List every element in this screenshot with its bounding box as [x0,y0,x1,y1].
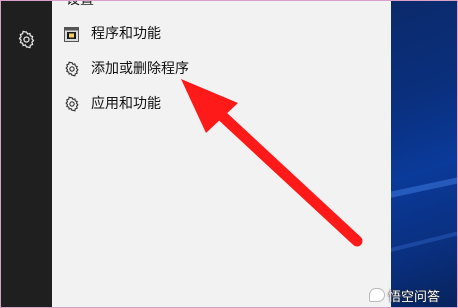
start-left-rail [1,1,52,307]
gear-icon [63,61,80,78]
menu-item-label: 应用和功能 [91,96,161,112]
clipped-header-text: 设置 [66,0,94,8]
chat-bubble-logo-icon [369,288,385,302]
start-menu-list: 设置 程序和功能 添加或删除程序 应用和功能 [52,1,391,307]
desktop-light-streak [391,166,457,202]
screenshot-frame: 设置 程序和功能 添加或删除程序 应用和功能 悟空问答 [0,0,458,308]
desktop-light-streak [391,216,457,254]
menu-item-programs-and-features[interactable]: 程序和功能 [52,17,391,51]
settings-gear-icon[interactable] [17,30,36,49]
watermark-text: 悟空问答 [388,289,441,305]
menu-item-label: 程序和功能 [91,26,161,42]
desktop-background [391,1,457,307]
control-panel-icon [63,26,80,43]
menu-item-add-remove-programs[interactable]: 添加或删除程序 [52,52,391,86]
gear-icon [63,96,80,113]
menu-item-apps-and-features[interactable]: 应用和功能 [52,87,391,121]
menu-item-label: 添加或删除程序 [91,61,189,77]
watermark: 悟空问答 [369,285,440,305]
